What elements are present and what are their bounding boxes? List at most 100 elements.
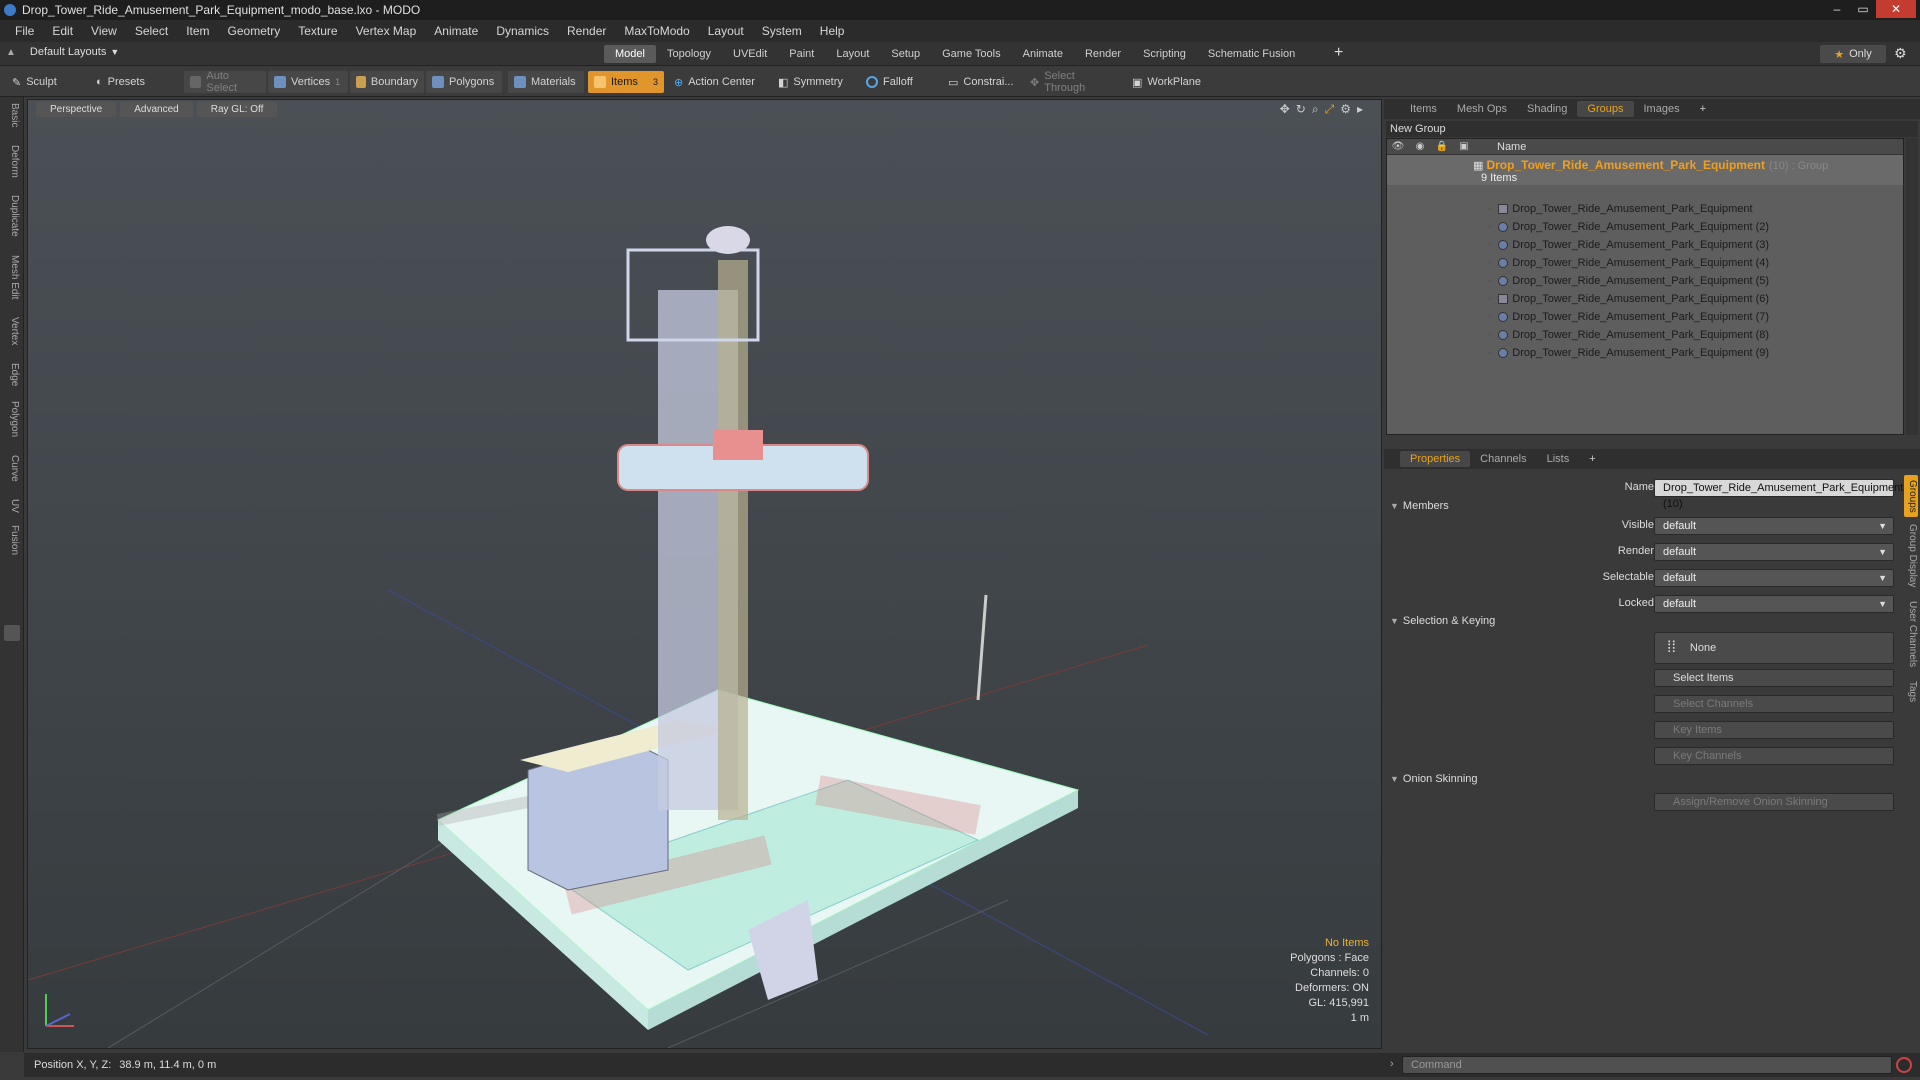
expand-icon[interactable]: + <box>1487 240 1492 250</box>
tab-topology[interactable]: Topology <box>656 45 722 63</box>
close-button[interactable]: ✕ <box>1876 0 1916 18</box>
items-button[interactable]: Items 3 <box>588 71 664 93</box>
visible-dropdown[interactable]: default ▼ <box>1654 517 1894 535</box>
tab-mesh-ops[interactable]: Mesh Ops <box>1447 101 1517 117</box>
pan-icon[interactable]: ✥ <box>1280 102 1290 117</box>
left-tab-edge[interactable]: Edge <box>4 363 20 386</box>
action-center-button[interactable]: ⊕ Action Center <box>668 71 768 93</box>
left-tab-fusion[interactable]: Fusion <box>4 525 20 555</box>
tab-game-tools[interactable]: Game Tools <box>931 45 1012 63</box>
list-item[interactable]: + Drop_Tower_Ride_Amusement_Park_Equipmen… <box>1387 200 1903 218</box>
expand-icon[interactable]: + <box>1487 258 1492 268</box>
select-through-button[interactable]: ✥ Select Through <box>1024 70 1122 94</box>
workplane-button[interactable]: ▣ WorkPlane <box>1126 71 1210 93</box>
side-tab-group-display[interactable]: Group Display <box>1904 521 1918 591</box>
left-tab-duplicate[interactable]: Duplicate <box>4 195 20 237</box>
members-section[interactable]: ▼ Members <box>1390 500 1449 512</box>
menu-dynamics[interactable]: Dynamics <box>487 24 558 38</box>
menu-system[interactable]: System <box>753 24 811 38</box>
viewport-expand-icon[interactable]: ▸ <box>1357 102 1363 117</box>
list-item[interactable]: + Drop_Tower_Ride_Amusement_Park_Equipmen… <box>1387 272 1903 290</box>
left-tab-basic[interactable]: Basic <box>4 103 20 127</box>
only-button[interactable]: ★ Only <box>1820 45 1886 63</box>
tab-model[interactable]: Model <box>604 45 656 63</box>
layout-dropdown[interactable]: ▲ Default Layouts ▼ <box>6 46 119 58</box>
render-dropdown[interactable]: default ▼ <box>1654 543 1894 561</box>
none-button[interactable]: ⁞⁞ None <box>1654 632 1894 664</box>
expand-icon[interactable]: + <box>1487 204 1492 214</box>
onion-skinning-section[interactable]: ▼ Onion Skinning <box>1390 773 1478 785</box>
menu-maxtomodo[interactable]: MaxToModo <box>615 24 698 38</box>
list-item[interactable]: + Drop_Tower_Ride_Amusement_Park_Equipmen… <box>1387 290 1903 308</box>
visibility-column-icon[interactable]: 👁 <box>1387 141 1409 152</box>
menu-help[interactable]: Help <box>811 24 854 38</box>
select-items-button[interactable]: Select Items <box>1654 669 1894 687</box>
tab-lists[interactable]: Lists <box>1537 451 1580 467</box>
side-tab-user-channels[interactable]: User Channels <box>1904 597 1918 671</box>
menu-item[interactable]: Item <box>177 24 218 38</box>
viewport-settings-icon[interactable]: ⚙ <box>1340 102 1351 117</box>
render-column-icon[interactable]: ◉ <box>1409 141 1431 152</box>
tab-scripting[interactable]: Scripting <box>1132 45 1197 63</box>
expand-icon[interactable]: + <box>1487 294 1492 304</box>
tab-properties[interactable]: Properties <box>1400 451 1471 467</box>
command-history-icon[interactable] <box>1896 1057 1912 1073</box>
tab-items[interactable]: Items <box>1400 101 1447 117</box>
gear-icon[interactable]: ⚙ <box>1894 45 1907 62</box>
add-properties-tab-icon[interactable]: + <box>1579 451 1605 467</box>
list-item[interactable]: + Drop_Tower_Ride_Amusement_Park_Equipmen… <box>1387 326 1903 344</box>
presets-button[interactable]: ◐ Presets <box>90 71 178 93</box>
fit-icon[interactable]: ⤢ <box>1325 102 1335 117</box>
menu-geometry[interactable]: Geometry <box>219 24 290 38</box>
side-tab-tags[interactable]: Tags <box>1904 677 1918 707</box>
add-tab-icon[interactable]: + <box>1334 44 1343 62</box>
group-list-scrollbar[interactable] <box>1906 138 1918 435</box>
list-item[interactable]: + Drop_Tower_Ride_Amusement_Park_Equipmen… <box>1387 308 1903 326</box>
selectable-dropdown[interactable]: default ▼ <box>1654 569 1894 587</box>
menu-layout[interactable]: Layout <box>699 24 753 38</box>
boundary-button[interactable]: Boundary <box>350 71 424 93</box>
auto-select-button[interactable]: Auto Select <box>184 70 266 94</box>
menu-view[interactable]: View <box>82 24 126 38</box>
expand-icon[interactable]: + <box>1487 276 1492 286</box>
expand-icon[interactable]: + <box>1487 330 1492 340</box>
expand-icon[interactable]: + <box>1487 348 1492 358</box>
left-tab-mesh-edit[interactable]: Mesh Edit <box>4 255 20 299</box>
polygons-button[interactable]: Polygons <box>426 71 502 93</box>
rotate-icon[interactable]: ↻ <box>1296 102 1306 117</box>
menu-edit[interactable]: Edit <box>43 24 82 38</box>
left-tab-deform[interactable]: Deform <box>4 145 20 178</box>
view-mode-button[interactable]: Perspective <box>36 102 117 117</box>
lock-column-icon[interactable]: 🔒 <box>1431 141 1453 152</box>
left-tab-uv[interactable]: UV <box>4 499 20 513</box>
tab-shading[interactable]: Shading <box>1517 101 1577 117</box>
name-field[interactable]: Drop_Tower_Ride_Amusement_Park_Equipment… <box>1654 479 1903 510</box>
menu-render[interactable]: Render <box>558 24 615 38</box>
command-input[interactable]: Command <box>1402 1056 1892 1074</box>
add-panel-tab-icon[interactable]: + <box>1690 101 1716 117</box>
left-panel-toggle[interactable] <box>4 625 20 641</box>
tab-channels[interactable]: Channels <box>1470 451 1536 467</box>
maximize-button[interactable]: ▭ <box>1850 0 1876 18</box>
key-items-button[interactable]: Key Items <box>1654 721 1894 739</box>
expand-icon[interactable]: + <box>1487 312 1492 322</box>
group-row[interactable]: ▦ Drop_Tower_Ride_Amusement_Park_Equipme… <box>1387 155 1903 185</box>
layout-collapse-icon[interactable]: ▲ <box>6 47 16 58</box>
constraints-button[interactable]: ▭ Constrai... <box>942 71 1022 93</box>
symmetry-button[interactable]: ◧ Symmetry <box>772 71 852 93</box>
list-item[interactable]: + Drop_Tower_Ride_Amusement_Park_Equipmen… <box>1387 236 1903 254</box>
new-group-button[interactable]: New Group <box>1386 121 1918 137</box>
tab-setup[interactable]: Setup <box>880 45 931 63</box>
tab-images[interactable]: Images <box>1634 101 1690 117</box>
materials-button[interactable]: Materials <box>508 71 584 93</box>
expand-icon[interactable]: + <box>1487 222 1492 232</box>
locked-dropdown[interactable]: default ▼ <box>1654 595 1894 613</box>
left-tab-vertex[interactable]: Vertex <box>4 317 20 345</box>
menu-texture[interactable]: Texture <box>289 24 346 38</box>
minimize-button[interactable]: – <box>1824 0 1850 18</box>
key-channels-button[interactable]: Key Channels <box>1654 747 1894 765</box>
zoom-icon[interactable]: ⌕ <box>1312 102 1319 117</box>
select-column-icon[interactable]: ▣ <box>1453 141 1475 152</box>
tab-layout[interactable]: Layout <box>825 45 880 63</box>
selection-keying-section[interactable]: ▼ Selection & Keying <box>1390 615 1495 627</box>
